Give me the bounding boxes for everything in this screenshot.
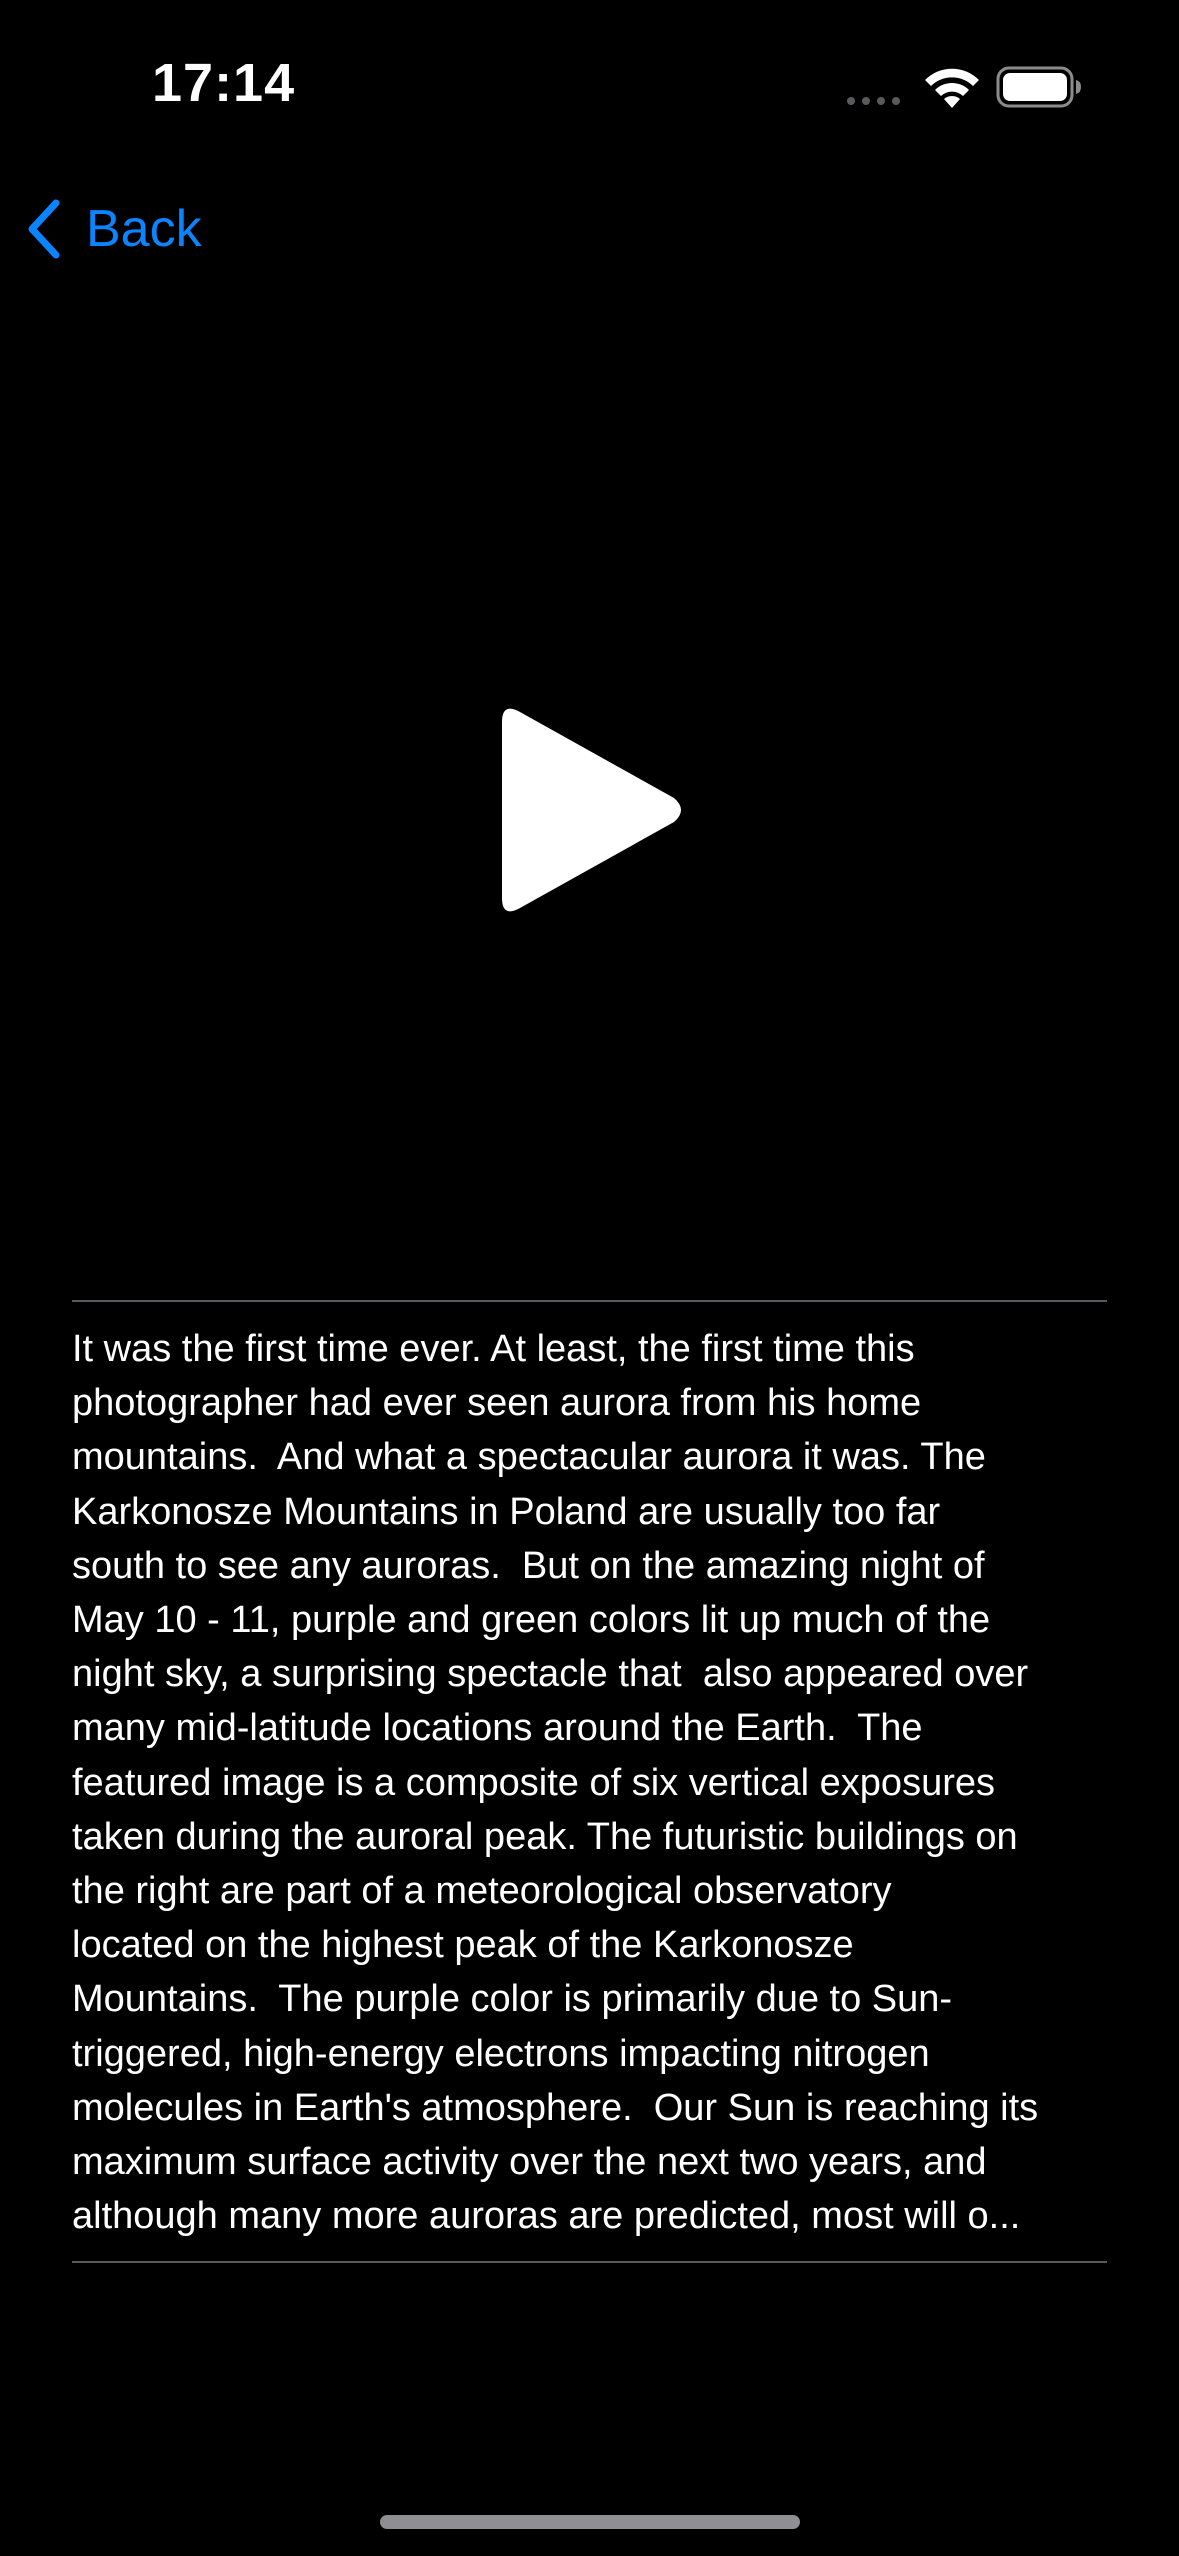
description-line: molecules in Earth's atmosphere. Our Sun… bbox=[72, 2086, 1039, 2129]
play-icon[interactable] bbox=[492, 700, 688, 920]
description-line: south to see any auroras. But on the ama… bbox=[72, 1544, 985, 1587]
description-line: maximum surface activity over the next t… bbox=[72, 2141, 987, 2184]
chevron-left-icon bbox=[28, 199, 60, 259]
description-line: the right are part of a meteorological o… bbox=[72, 1870, 892, 1913]
description-line: many mid-latitude locations around the E… bbox=[72, 1707, 923, 1750]
description-line: triggered, high-energy electrons impacti… bbox=[72, 2032, 930, 2075]
top-divider bbox=[72, 1300, 1107, 1302]
description-line: photographer had ever seen aurora from h… bbox=[72, 1382, 922, 1425]
description-line: May 10 - 11, purple and green colors lit… bbox=[72, 1599, 991, 1642]
description-line: although many more auroras are predicted… bbox=[72, 2195, 1021, 2238]
description-line: featured image is a composite of six ver… bbox=[72, 1761, 995, 1804]
home-indicator[interactable] bbox=[380, 2515, 800, 2529]
description-line: Karkonosze Mountains in Poland are usual… bbox=[72, 1490, 941, 1533]
description-line: mountains. And what a spectacular aurora… bbox=[72, 1436, 986, 1479]
bottom-divider bbox=[72, 2261, 1107, 2263]
description-line: Mountains. The purple color is primarily… bbox=[72, 1978, 953, 2021]
description-text: It was the first time ever. At least, th… bbox=[72, 1322, 1112, 2242]
back-button[interactable]: Back bbox=[24, 194, 202, 264]
status-time: 17:14 bbox=[152, 53, 296, 113]
battery-icon bbox=[996, 66, 1081, 108]
description-line: night sky, a surprising spectacle that a… bbox=[72, 1653, 1029, 1696]
cellular-signal-icon bbox=[847, 97, 900, 105]
description-line: It was the first time ever. At least, th… bbox=[72, 1328, 915, 1370]
description-line: taken during the auroral peak. The futur… bbox=[72, 1815, 1018, 1858]
description-line: located on the highest peak of the Karko… bbox=[72, 1924, 854, 1967]
status-bar: 17:14 bbox=[0, 0, 1179, 170]
wifi-icon bbox=[925, 68, 979, 108]
back-label: Back bbox=[86, 200, 202, 258]
